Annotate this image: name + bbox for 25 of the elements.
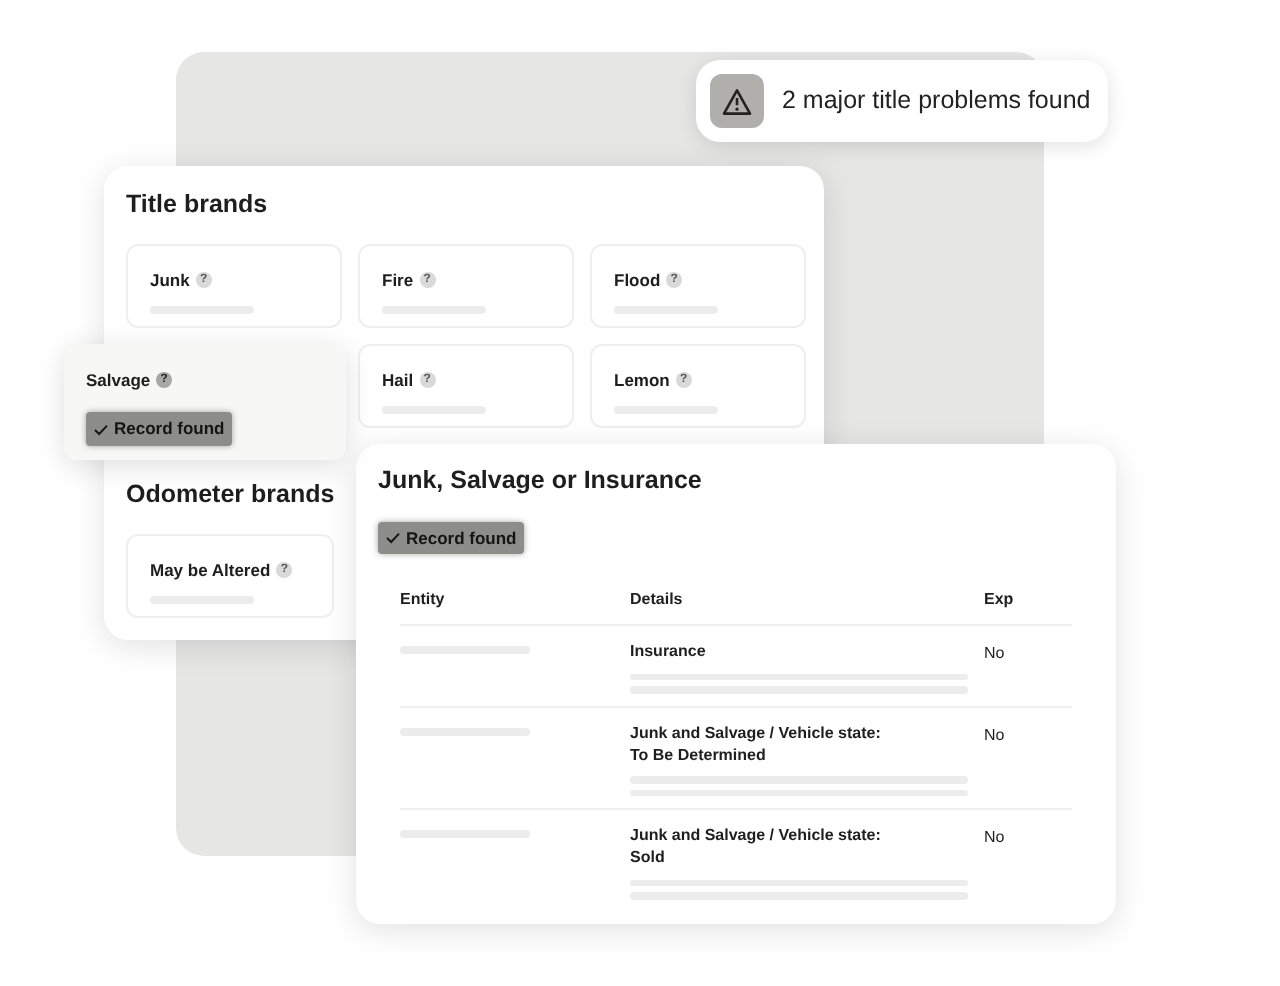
table-cell-text: Junk and Salvage / Vehicle state: Sold bbox=[630, 826, 883, 870]
record-found-badge: Record found bbox=[378, 521, 525, 555]
table-cell-text: Insurance bbox=[630, 642, 708, 664]
table-cell-text: Junk and Salvage / Vehicle state: To Be Determined bbox=[630, 723, 883, 767]
record-found-badge: Record found bbox=[86, 412, 233, 447]
card-title: Title brands bbox=[126, 190, 270, 220]
brand-label: Salvage bbox=[86, 368, 151, 394]
brand-label: May be Altered bbox=[150, 558, 271, 584]
brand-label: Lemon bbox=[614, 368, 670, 394]
brand-label: Junk bbox=[150, 268, 190, 294]
brand-label: Fire bbox=[382, 268, 414, 294]
column-header: Details bbox=[630, 588, 685, 612]
column-header: Entity bbox=[400, 588, 447, 612]
alert-message: 2 major title problems found bbox=[782, 84, 1091, 119]
brand-label: Hail bbox=[382, 368, 414, 394]
check-icon bbox=[386, 532, 400, 544]
card-title: Junk, Salvage or Insurance bbox=[378, 466, 704, 496]
table-cell: No bbox=[984, 644, 1005, 662]
check-icon bbox=[94, 423, 108, 436]
table-cell: No bbox=[984, 725, 1005, 744]
table-cell: No bbox=[984, 828, 1005, 847]
column-header: Exp bbox=[984, 588, 1016, 612]
card-title: Odometer brands bbox=[126, 480, 335, 510]
warning-icon bbox=[710, 74, 764, 128]
brand-label: Flood bbox=[614, 268, 661, 294]
